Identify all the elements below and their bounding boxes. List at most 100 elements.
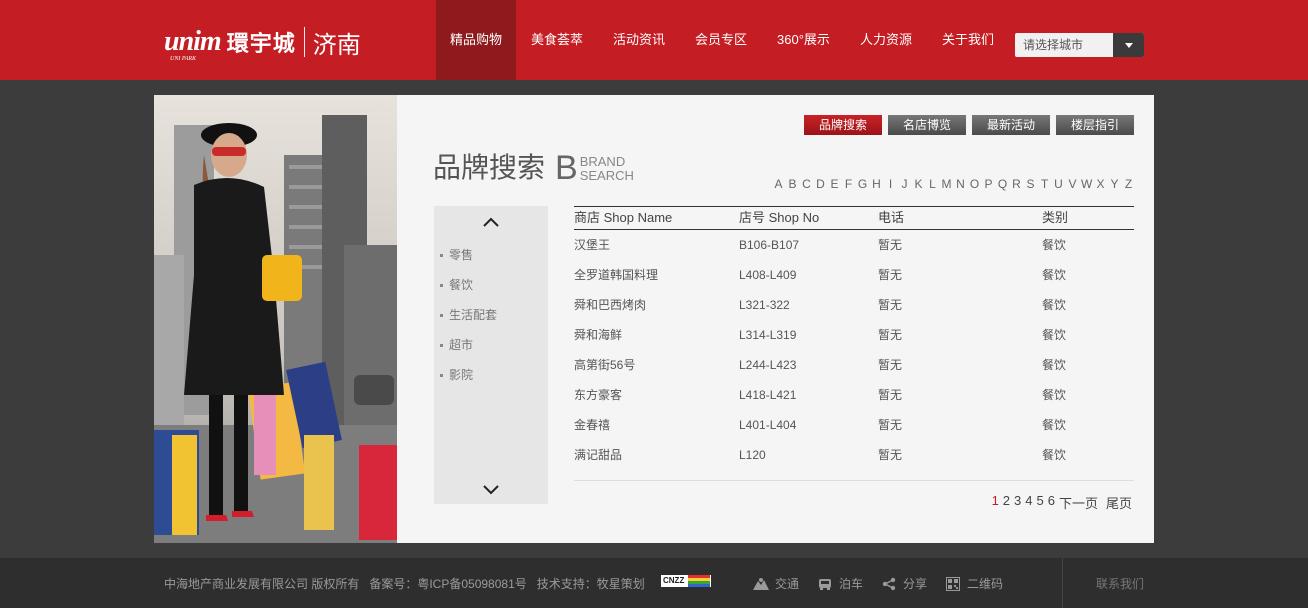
tab-floor-guide[interactable]: 楼层指引 <box>1056 115 1134 135</box>
main-content: 品牌搜索 名店博览 最新活动 楼层指引 品牌搜索 B BRAND SEARCH A… <box>154 95 1154 543</box>
category-item-lifestyle[interactable]: 生活配套 <box>440 300 497 330</box>
chevron-down-icon[interactable] <box>1113 33 1144 57</box>
alphabet-letter-t[interactable]: T <box>1039 177 1050 191</box>
nav-item-events[interactable]: 活动资讯 <box>598 0 680 80</box>
table-row[interactable]: 高第街56号 L244-L423 暂无 餐饮 <box>574 350 1134 380</box>
footer-tech-support: 技术支持：牧星策划 <box>536 577 645 591</box>
alphabet-letter-e[interactable]: E <box>829 177 840 191</box>
shop-name-cell[interactable]: 舜和海鲜 <box>574 320 739 350</box>
category-item-supermarket[interactable]: 超市 <box>440 330 497 360</box>
page-link-2[interactable]: 2 <box>1003 493 1010 512</box>
alphabet-letter-n[interactable]: N <box>955 177 966 191</box>
table-row[interactable]: 全罗道韩国料理 L408-L409 暂无 餐饮 <box>574 260 1134 290</box>
category-cell: 餐饮 <box>1042 388 1067 402</box>
page-link-6[interactable]: 6 <box>1048 493 1055 512</box>
shop-no-cell: L314-L319 <box>739 328 797 342</box>
footer-link-qrcode[interactable]: 二维码 <box>945 575 1003 592</box>
alphabet-letter-f[interactable]: F <box>843 177 854 191</box>
table-row[interactable]: 满记甜品 L120 暂无 餐饮 <box>574 440 1134 470</box>
footer-link-traffic[interactable]: 交通 <box>753 575 799 592</box>
phone-cell: 暂无 <box>878 328 903 342</box>
alphabet-letter-c[interactable]: C <box>801 177 812 191</box>
shop-name-cell[interactable]: 舜和巴西烤肉 <box>574 290 739 320</box>
alphabet-letter-p[interactable]: P <box>983 177 994 191</box>
category-item-cinema[interactable]: 影院 <box>440 360 497 390</box>
table-row[interactable]: 金春禧 L401-L404 暂无 餐饮 <box>574 410 1134 440</box>
next-page-link[interactable]: 下一页 <box>1059 493 1098 512</box>
phone-cell: 暂无 <box>878 418 903 432</box>
column-header-phone: 电话 <box>878 210 905 225</box>
footer-link-parking[interactable]: 泊车 <box>817 575 863 592</box>
shopping-woman-image <box>154 95 397 543</box>
alphabet-letter-g[interactable]: G <box>857 177 868 191</box>
nav-item-shopping[interactable]: 精品购物 <box>436 0 516 80</box>
logo[interactable]: unim UNI PARK 環宇城 济南 <box>164 24 361 62</box>
shop-name-cell[interactable]: 东方豪客 <box>574 380 739 410</box>
bullet-icon <box>440 373 443 377</box>
alphabet-letter-l[interactable]: L <box>927 177 938 191</box>
chevron-down-icon[interactable] <box>482 480 500 498</box>
alphabet-letter-x[interactable]: X <box>1095 177 1106 191</box>
footer-icp[interactable]: 备案号：粤ICP备05098081号 <box>369 575 526 592</box>
alphabet-letter-b[interactable]: B <box>787 177 798 191</box>
table-row[interactable]: 汉堡王 B106-B107 暂无 餐饮 <box>574 230 1134 260</box>
alphabet-letter-s[interactable]: S <box>1025 177 1036 191</box>
alphabet-letter-j[interactable]: J <box>899 177 910 191</box>
category-cell: 餐饮 <box>1042 298 1067 312</box>
alphabet-letter-y[interactable]: Y <box>1109 177 1120 191</box>
nav-item-360-view[interactable]: 360°展示 <box>762 0 845 80</box>
alphabet-letter-o[interactable]: O <box>969 177 980 191</box>
tab-brand-search[interactable]: 品牌搜索 <box>804 115 882 135</box>
shop-table: 商店 Shop Name 店号 Shop No 电话 类别 汉堡王 B106-B1… <box>574 206 1134 470</box>
alphabet-letter-h[interactable]: H <box>871 177 882 191</box>
alphabet-letter-i[interactable]: I <box>885 177 896 191</box>
alphabet-letter-m[interactable]: M <box>941 177 952 191</box>
alphabet-letter-v[interactable]: V <box>1067 177 1078 191</box>
alphabet-letter-a[interactable]: A <box>773 177 784 191</box>
category-cell: 餐饮 <box>1042 328 1067 342</box>
alphabet-letter-d[interactable]: D <box>815 177 826 191</box>
nav-item-hr[interactable]: 人力资源 <box>845 0 927 80</box>
contact-us-link[interactable]: 联系我们 <box>1096 575 1144 592</box>
phone-cell: 暂无 <box>878 448 903 462</box>
shop-name-cell[interactable]: 全罗道韩国料理 <box>574 260 739 290</box>
page-link-1[interactable]: 1 <box>992 493 999 512</box>
alphabet-letter-q[interactable]: Q <box>997 177 1008 191</box>
page-title-cn: 品牌搜索 <box>433 152 546 183</box>
alphabet-letter-k[interactable]: K <box>913 177 924 191</box>
cnzz-badge[interactable]: CNZZ <box>661 575 711 587</box>
column-header-shop-no: 店号 Shop No <box>739 210 820 225</box>
table-row[interactable]: 舜和海鲜 L314-L319 暂无 餐饮 <box>574 320 1134 350</box>
alphabet-letter-u[interactable]: U <box>1053 177 1064 191</box>
table-row[interactable]: 舜和巴西烤肉 L321-322 暂无 餐饮 <box>574 290 1134 320</box>
category-item-dining[interactable]: 餐饮 <box>440 270 497 300</box>
shop-no-cell: L408-L409 <box>739 268 797 282</box>
alphabet-letter-r[interactable]: R <box>1011 177 1022 191</box>
last-page-link[interactable]: 尾页 <box>1106 493 1132 512</box>
alphabet-filter: ABCDEFGHIJKLMNOPQRSTUVWXYZ <box>773 177 1134 191</box>
shop-no-cell: L244-L423 <box>739 358 797 372</box>
page-link-4[interactable]: 4 <box>1025 493 1032 512</box>
chevron-up-icon[interactable] <box>482 214 500 232</box>
footer-link-share[interactable]: 分享 <box>881 575 927 592</box>
shop-name-cell[interactable]: 满记甜品 <box>574 440 739 470</box>
alphabet-letter-z[interactable]: Z <box>1123 177 1134 191</box>
table-divider <box>574 480 1134 481</box>
shop-name-cell[interactable]: 金春禧 <box>574 410 739 440</box>
nav-item-members[interactable]: 会员专区 <box>680 0 762 80</box>
table-row[interactable]: 东方豪客 L418-L421 暂无 餐饮 <box>574 380 1134 410</box>
nav-item-food[interactable]: 美食荟萃 <box>516 0 598 80</box>
city-select[interactable]: 请选择城市 <box>1015 33 1144 57</box>
category-cell: 餐饮 <box>1042 448 1067 462</box>
category-cell: 餐饮 <box>1042 268 1067 282</box>
nav-item-about[interactable]: 关于我们 <box>927 0 1009 80</box>
tab-store-showcase[interactable]: 名店博览 <box>888 115 966 135</box>
shop-name-cell[interactable]: 汉堡王 <box>574 230 739 260</box>
page-link-3[interactable]: 3 <box>1014 493 1021 512</box>
category-item-retail[interactable]: 零售 <box>440 240 497 270</box>
page-link-5[interactable]: 5 <box>1037 493 1044 512</box>
shop-name-cell[interactable]: 高第街56号 <box>574 350 739 380</box>
footer-company: 中海地产商业发展有限公司 版权所有 <box>164 577 360 591</box>
alphabet-letter-w[interactable]: W <box>1081 177 1092 191</box>
tab-latest-events[interactable]: 最新活动 <box>972 115 1050 135</box>
